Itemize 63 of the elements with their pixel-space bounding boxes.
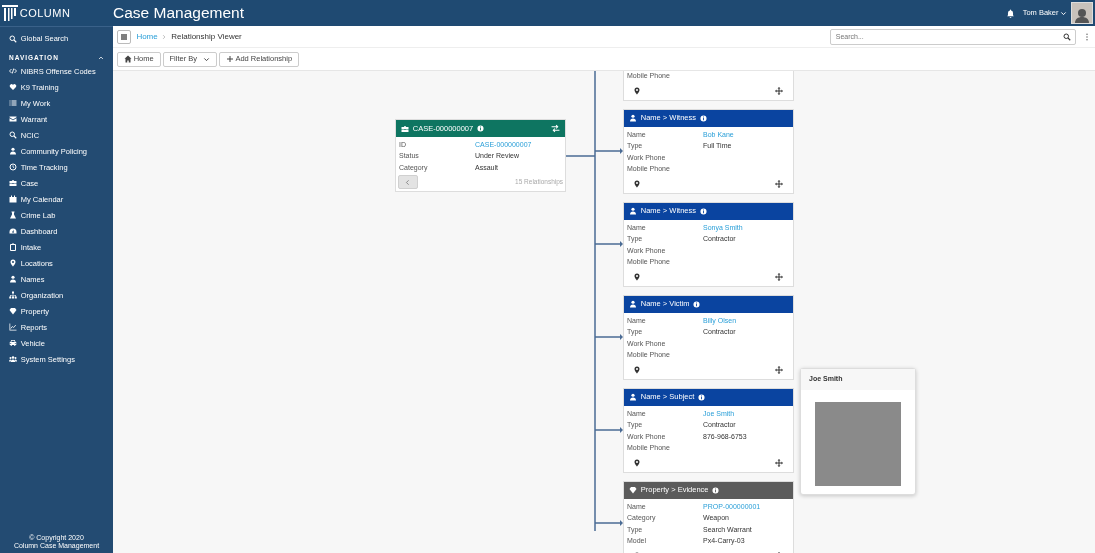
sidebar-item-icon [9, 195, 17, 204]
sidebar-item-icon [9, 243, 17, 252]
move-icon[interactable] [775, 272, 783, 281]
user-avatar[interactable] [1071, 2, 1094, 24]
sidebar-item-icon [9, 259, 17, 268]
move-icon[interactable] [775, 365, 783, 374]
sidebar-item-icon [9, 99, 17, 108]
info-icon [476, 125, 484, 132]
search-icon [9, 34, 17, 43]
swap-arrows-icon[interactable] [551, 124, 560, 133]
sidebar-item-icon [9, 291, 17, 300]
sidebar-item-icon [9, 179, 17, 188]
sidebar-item-icon [9, 115, 17, 124]
map-pin-icon[interactable] [633, 272, 641, 281]
plus-icon [225, 55, 234, 63]
sidebar-item-icon [9, 339, 17, 348]
map-pin-icon[interactable] [633, 179, 641, 188]
move-icon[interactable] [775, 458, 783, 467]
sidebar-item-icon [9, 83, 17, 92]
sidebar-item-icon [9, 307, 17, 316]
chevron-right-icon [161, 33, 168, 40]
connector-line [594, 241, 623, 247]
breadcrumb-current: Relationship Viewer [171, 30, 242, 43]
chevron-left-icon [404, 178, 412, 186]
person-icon [629, 114, 637, 122]
connector-line [594, 427, 623, 433]
sidebar-item-icon [9, 211, 17, 220]
map-pin-icon[interactable] [633, 86, 641, 95]
menu-button[interactable] [116, 29, 131, 44]
map-pin-icon[interactable] [633, 458, 641, 467]
map-pin-icon[interactable] [633, 365, 641, 374]
home-icon [123, 55, 132, 63]
sidebar-item-icon [9, 163, 17, 172]
search-icon [1062, 32, 1071, 41]
connector-line [594, 520, 623, 526]
move-icon[interactable] [775, 86, 783, 95]
logo-text: COLUMN [19, 5, 71, 21]
person-icon [629, 300, 637, 308]
sidebar-item-icon [9, 323, 17, 332]
sidebar-item-icon [9, 355, 17, 364]
chevron-down-icon [1060, 9, 1068, 17]
sidebar-item-icon [9, 227, 17, 236]
gem-icon [629, 486, 637, 494]
person-icon [629, 393, 637, 401]
app-title: Case Management [113, 3, 245, 24]
person-icon [629, 207, 637, 215]
info-icon [693, 300, 701, 308]
person-silhouette-icon [1074, 7, 1091, 23]
sidebar-item-icon [9, 67, 17, 76]
chevron-down-icon [202, 55, 210, 63]
connector-line [594, 334, 623, 340]
info-icon [699, 207, 707, 215]
sidebar-item-icon [9, 275, 17, 284]
sidebar-item-icon [9, 131, 17, 140]
info-icon [712, 486, 720, 494]
chevron-up-icon [98, 54, 104, 61]
column-logo-icon [1, 5, 18, 21]
move-icon[interactable] [775, 179, 783, 188]
info-icon [699, 114, 707, 122]
briefcase-icon [401, 124, 409, 133]
sidebar-item-icon [9, 147, 17, 156]
info-icon [698, 393, 706, 401]
notification-bell-icon[interactable] [1006, 8, 1016, 18]
